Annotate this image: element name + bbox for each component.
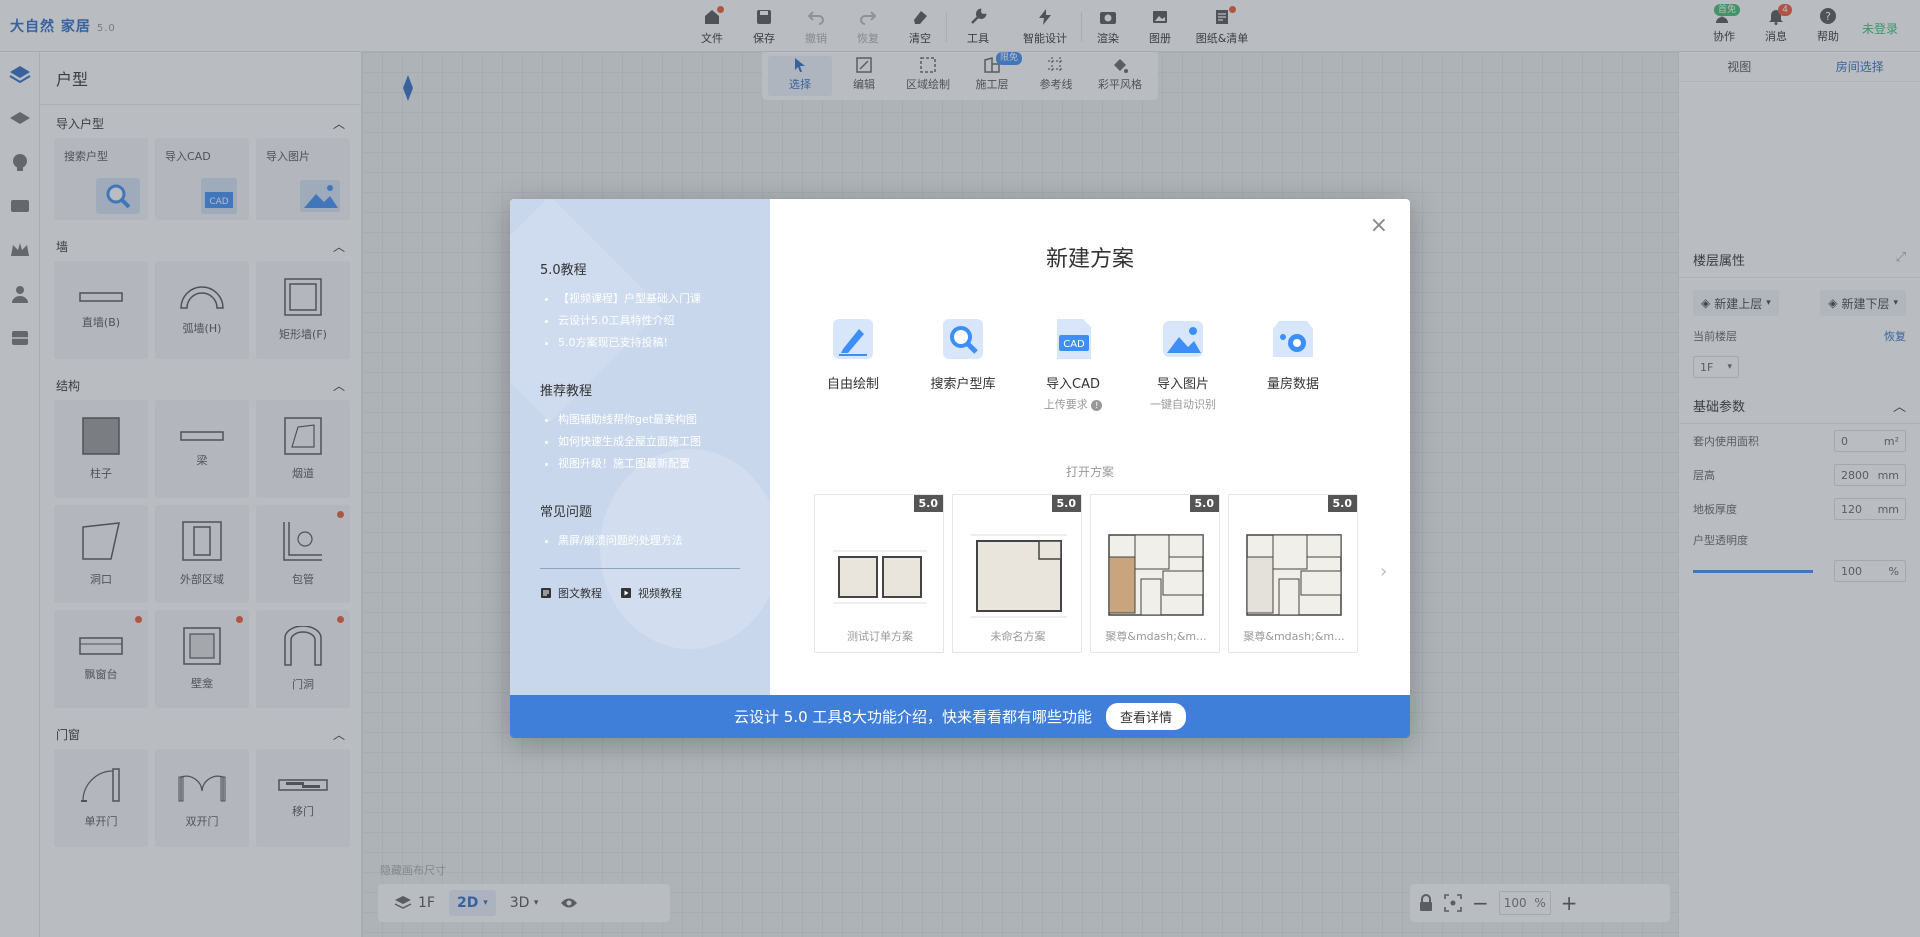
measure-device-icon	[1273, 321, 1313, 357]
floorplan-thumbnail	[1108, 534, 1204, 616]
document-icon	[541, 588, 551, 598]
floorplan-thumbnail	[971, 534, 1067, 618]
create-actions: 自由绘制 搜索户型库 CAD 导入CAD 上传要求 ! 导入图片 一键自动识别 …	[810, 315, 1336, 412]
tutorial-section-title: 5.0教程	[540, 263, 587, 278]
svg-text:CAD: CAD	[1063, 339, 1085, 350]
version-badge: 5.0	[1051, 495, 1081, 512]
view-details-button[interactable]: 查看详情	[1105, 703, 1186, 730]
floorplan-thumbnail	[833, 550, 927, 604]
tutorial-sidebar: 5.0教程 【视频课程】户型基础入门课 云设计5.0工具特性介绍 5.0方案现已…	[510, 199, 770, 695]
info-icon: !	[1091, 400, 1103, 411]
tutorial-section-title: 常见问题	[540, 505, 593, 520]
search-icon	[943, 319, 983, 359]
tutorial-link[interactable]: 黑屏/崩溃问题的处理方法	[558, 530, 740, 552]
recent-projects: 5.0 测试订单方案 5.0 未命名方案 5.0 聚尊&mdash;&m... …	[814, 494, 1358, 653]
search-library-action[interactable]: 搜索户型库	[920, 315, 1006, 412]
tutorial-link[interactable]: 构图辅助线帮你get最美构图	[558, 409, 740, 431]
tutorial-link[interactable]: 云设计5.0工具特性介绍	[558, 310, 740, 332]
project-card[interactable]: 5.0 测试订单方案	[814, 494, 944, 653]
video-tutorial-link[interactable]: 视频教程	[620, 585, 682, 601]
tutorial-link[interactable]: 视图升级！施工图最新配置	[558, 453, 740, 475]
cad-file-icon: CAD	[1057, 319, 1091, 359]
open-project-title: 打开方案	[1065, 465, 1114, 479]
banner-text: 云设计 5.0 工具8大功能介绍，快来看看都有哪些功能	[734, 708, 1092, 726]
image-icon	[1163, 321, 1203, 357]
version-badge: 5.0	[1189, 495, 1219, 512]
import-cad-action[interactable]: CAD 导入CAD 上传要求 !	[1030, 315, 1116, 412]
new-project-dialog: 5.0教程 【视频课程】户型基础入门课 云设计5.0工具特性介绍 5.0方案现已…	[510, 199, 1410, 738]
promo-banner: 云设计 5.0 工具8大功能介绍，快来看看都有哪些功能 查看详情	[510, 695, 1410, 738]
dialog-title: 新建方案	[1045, 247, 1134, 272]
tutorial-link[interactable]: 5.0方案现已支持投稿!	[558, 332, 740, 354]
upload-requirements-link[interactable]: 上传要求 !	[1044, 396, 1103, 412]
tutorial-link[interactable]: 如何快速生成全屋立面施工图	[558, 431, 740, 453]
pencil-icon	[833, 319, 873, 359]
import-image-action[interactable]: 导入图片 一键自动识别	[1140, 315, 1226, 412]
tutorial-section-title: 推荐教程	[540, 384, 593, 399]
tutorial-link[interactable]: 【视频课程】户型基础入门课	[558, 288, 740, 310]
free-draw-action[interactable]: 自由绘制	[810, 315, 896, 412]
close-icon[interactable]: ×	[1370, 215, 1388, 237]
project-card[interactable]: 5.0 聚尊&mdash;&m...	[1090, 494, 1220, 653]
play-icon	[621, 588, 631, 598]
divider	[540, 568, 740, 569]
version-badge: 5.0	[913, 495, 943, 512]
project-card[interactable]: 5.0 未命名方案	[952, 494, 1082, 653]
floorplan-thumbnail	[1246, 534, 1342, 616]
chevron-right-icon[interactable]: ›	[1380, 561, 1387, 582]
doc-tutorial-link[interactable]: 图文教程	[540, 585, 602, 601]
version-badge: 5.0	[1327, 495, 1357, 512]
project-card[interactable]: 5.0 聚尊&mdash;&m...	[1228, 494, 1358, 653]
measure-data-action[interactable]: 量房数据	[1250, 315, 1336, 412]
